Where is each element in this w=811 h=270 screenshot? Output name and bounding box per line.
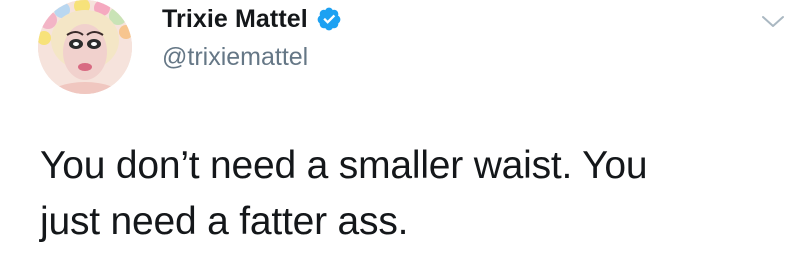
author-name-row: Trixie Mattel [162, 2, 342, 36]
chevron-down-icon[interactable] [760, 12, 786, 32]
author-display-name[interactable]: Trixie Mattel [162, 2, 308, 36]
tweet-text-line: You don’t need a smaller waist. You [40, 144, 648, 187]
tweet-text-line: just need a fatter ass. [40, 200, 409, 243]
tweet-card: Trixie Mattel @trixiemattel You don’t ne… [0, 0, 811, 270]
avatar[interactable] [38, 0, 132, 94]
tweet-text: You don’t need a smaller waist. You just… [40, 138, 780, 250]
avatar-image [38, 0, 132, 94]
author-handle[interactable]: @trixiemattel [162, 40, 308, 74]
verified-badge-icon [316, 6, 342, 32]
